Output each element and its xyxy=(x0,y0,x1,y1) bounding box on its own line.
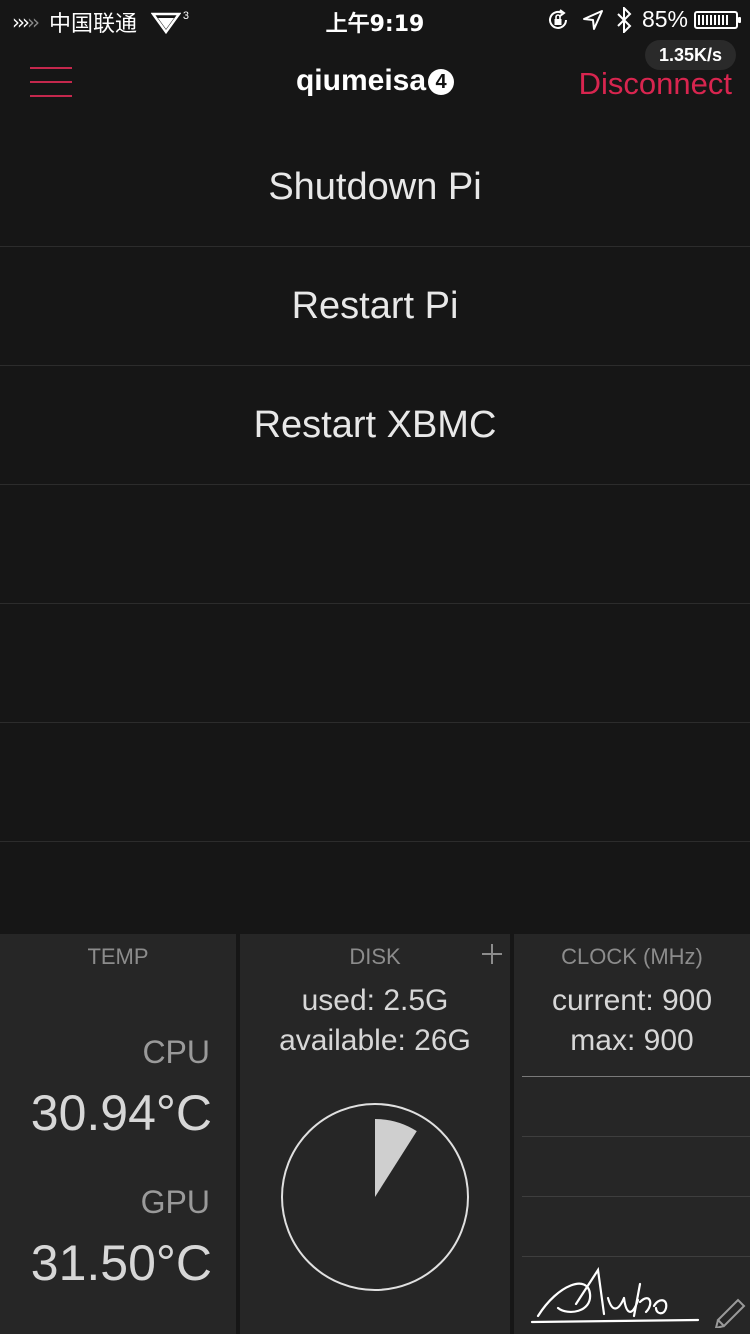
disk-usage-pie-chart xyxy=(281,1103,469,1291)
battery-level xyxy=(698,14,729,25)
cpu-temp-value: 30.94°C xyxy=(30,1085,212,1141)
clock-panel: CLOCK (MHz) current: 900 max: 900 xyxy=(514,934,750,1334)
empty-list-row xyxy=(0,604,750,723)
empty-list-row xyxy=(0,485,750,604)
app-screen: ››››› 中国联通 3 上午9:19 85% 1.35K/s qiumeisa… xyxy=(0,0,750,1334)
clock-current: current: 900 xyxy=(551,984,713,1017)
stats-panels: TEMP CPU 30.94°C GPU 31.50°C DISK used: … xyxy=(0,934,750,1334)
cpu-label: CPU xyxy=(142,1034,210,1070)
location-icon xyxy=(582,8,604,32)
rotation-lock-icon xyxy=(546,8,570,32)
restart-pi-button[interactable]: Restart Pi xyxy=(0,247,750,366)
clock-graph-gridline xyxy=(522,1256,750,1257)
nav-bar: qiumeisa 4 Disconnect xyxy=(0,40,750,128)
clock-max: max: 900 xyxy=(570,1024,694,1057)
disk-used: used: 2.5G xyxy=(301,984,449,1017)
temp-title: TEMP xyxy=(87,944,149,969)
device-badge: 4 xyxy=(428,69,455,95)
temp-panel: TEMP CPU 30.94°C GPU 31.50°C xyxy=(0,934,236,1334)
clock-graph-gridline xyxy=(522,1196,750,1197)
disk-title: DISK xyxy=(349,944,401,969)
plus-icon[interactable] xyxy=(482,944,502,964)
signature-watermark xyxy=(530,1266,746,1328)
status-bar: ››››› 中国联通 3 上午9:19 85% xyxy=(0,0,750,40)
battery-icon xyxy=(694,10,741,29)
pencil-icon xyxy=(714,1298,746,1328)
clock-title: CLOCK (MHz) xyxy=(561,944,703,969)
action-list: Shutdown Pi Restart Pi Restart XBMC xyxy=(0,128,750,842)
clock-graph-divider xyxy=(522,1076,750,1077)
status-right: 85% xyxy=(534,6,741,33)
disconnect-button[interactable]: Disconnect xyxy=(579,66,732,102)
restart-xbmc-button[interactable]: Restart XBMC xyxy=(0,366,750,485)
device-name: qiumeisa xyxy=(295,64,427,97)
battery-percent: 85% xyxy=(641,6,688,32)
disk-panel: DISK used: 2.5G available: 26G xyxy=(240,934,510,1334)
gpu-label: GPU xyxy=(140,1184,210,1220)
disk-available: available: 26G xyxy=(279,1024,471,1057)
gpu-temp-value: 31.50°C xyxy=(30,1235,212,1291)
empty-list-row xyxy=(0,723,750,842)
clock-graph-gridline xyxy=(522,1136,750,1137)
shutdown-pi-button[interactable]: Shutdown Pi xyxy=(0,128,750,247)
bluetooth-icon xyxy=(616,6,632,33)
disk-used-slice xyxy=(375,1119,417,1197)
